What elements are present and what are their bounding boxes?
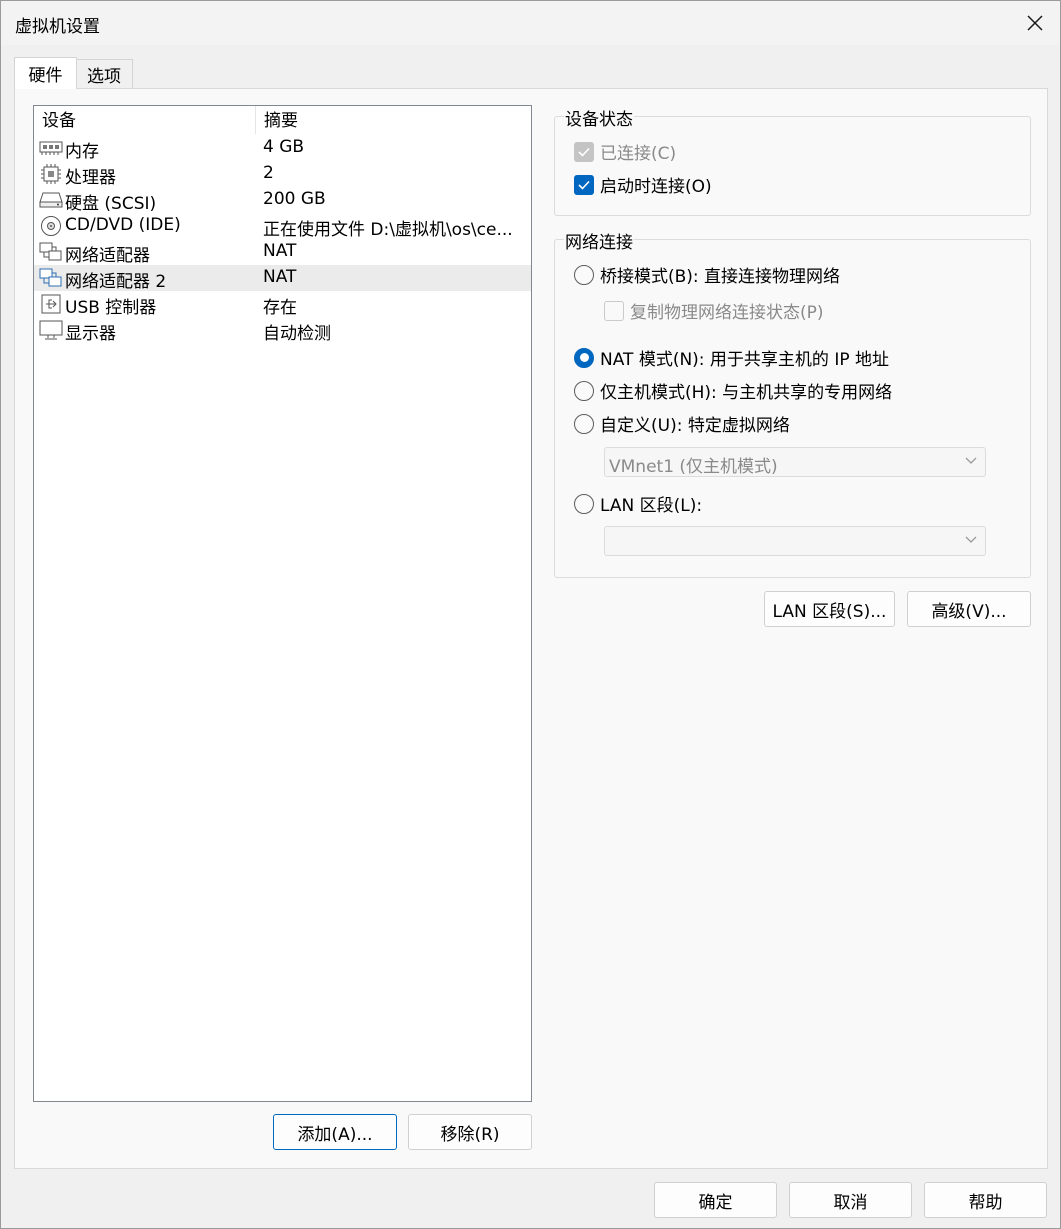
display-icon (38, 318, 64, 342)
custom-network-radio[interactable]: 自定义(U): 特定虚拟网络 (574, 411, 790, 436)
replicate-physical-state-checkbox[interactable]: 复制物理网络连接状态(P) (604, 298, 824, 323)
help-button[interactable]: 帮助 (924, 1182, 1047, 1218)
vm-settings-window: 虚拟机设置 硬件 选项 设备 摘要 内存 4 GB 处理器 2 硬盘 (SCSI… (0, 0, 1061, 1229)
device-status-title: 设备状态 (564, 105, 634, 130)
device-row-hard-disk[interactable]: 硬盘 (SCSI) 200 GB (34, 187, 531, 214)
device-row-processor[interactable]: 处理器 2 (34, 161, 531, 188)
device-name: 硬盘 (SCSI) (65, 194, 157, 214)
device-status-group: 设备状态 已连接(C) 启动时连接(O) (554, 105, 1031, 216)
device-summary: 存在 (263, 298, 297, 318)
chevron-down-icon (965, 536, 977, 543)
lan-segment-label: LAN 区段(L): (600, 496, 703, 516)
tab-hardware[interactable]: 硬件 (14, 57, 77, 89)
device-name: 网络适配器 (65, 246, 150, 266)
host-only-mode-label: 仅主机模式(H): 与主机共享的专用网络 (600, 383, 893, 403)
device-summary: 4 GB (263, 137, 305, 157)
remove-device-button[interactable]: 移除(R) (408, 1114, 532, 1150)
device-summary: 200 GB (263, 189, 326, 209)
radio-selected-icon (574, 347, 594, 368)
radio-icon (574, 264, 594, 285)
lan-segments-button[interactable]: LAN 区段(S)... (764, 591, 895, 627)
checkmark-icon (574, 141, 594, 162)
device-name: 显示器 (65, 324, 116, 344)
checkmark-icon (574, 174, 594, 195)
lan-segment-radio[interactable]: LAN 区段(L): (574, 491, 702, 516)
chevron-down-icon (965, 457, 977, 464)
device-name: USB 控制器 (65, 298, 157, 318)
title-bar: 虚拟机设置 (1, 1, 1060, 45)
radio-icon (574, 413, 594, 434)
device-list[interactable]: 设备 摘要 内存 4 GB 处理器 2 硬盘 (SCSI) 200 GB CD/… (33, 105, 532, 1102)
network-adapter-icon (38, 266, 64, 290)
nat-mode-label: NAT 模式(N): 用于共享主机的 IP 地址 (600, 350, 889, 370)
hardware-tab-panel: 设备 摘要 内存 4 GB 处理器 2 硬盘 (SCSI) 200 GB CD/… (14, 88, 1048, 1169)
processor-icon (38, 162, 64, 186)
connected-label: 已连接(C) (600, 144, 677, 164)
window-title: 虚拟机设置 (15, 17, 100, 37)
network-connection-group: 网络连接 桥接模式(B): 直接连接物理网络 复制物理网络连接状态(P) NAT… (554, 228, 1031, 578)
close-button[interactable] (1010, 1, 1060, 45)
bridged-mode-radio[interactable]: 桥接模式(B): 直接连接物理网络 (574, 262, 840, 287)
memory-icon (38, 136, 64, 160)
custom-network-value: VMnet1 (仅主机模式) (609, 457, 778, 477)
device-row-memory[interactable]: 内存 4 GB (34, 135, 531, 162)
host-only-mode-radio[interactable]: 仅主机模式(H): 与主机共享的专用网络 (574, 378, 892, 403)
column-header-device[interactable]: 设备 (34, 106, 256, 134)
device-summary: 2 (263, 163, 274, 183)
custom-network-select[interactable]: VMnet1 (仅主机模式) (604, 447, 986, 477)
tab-options[interactable]: 选项 (76, 59, 133, 89)
connect-at-power-on-label: 启动时连接(O) (600, 177, 712, 197)
bridged-mode-label: 桥接模式(B): 直接连接物理网络 (600, 267, 841, 287)
device-list-header: 设备 摘要 (34, 106, 531, 134)
network-adapter-icon (38, 240, 64, 264)
connected-checkbox[interactable]: 已连接(C) (574, 139, 676, 164)
radio-icon (574, 380, 594, 401)
device-summary: 正在使用文件 D:\虚拟机\os\ce... (263, 220, 513, 240)
custom-network-label: 自定义(U): 特定虚拟网络 (600, 416, 790, 436)
device-row-network-adapter-2[interactable]: 网络适配器 2 NAT (34, 265, 531, 292)
advanced-button[interactable]: 高级(V)... (907, 591, 1031, 627)
device-row-cd-dvd[interactable]: CD/DVD (IDE) 正在使用文件 D:\虚拟机\os\ce... (34, 213, 531, 240)
close-icon (1027, 15, 1043, 31)
add-device-button[interactable]: 添加(A)... (273, 1114, 397, 1150)
device-row-display[interactable]: 显示器 自动检测 (34, 317, 531, 344)
hard-disk-icon (38, 188, 64, 212)
usb-icon (38, 292, 64, 316)
device-name: 内存 (65, 142, 99, 162)
device-name: CD/DVD (IDE) (65, 215, 181, 235)
nat-mode-radio[interactable]: NAT 模式(N): 用于共享主机的 IP 地址 (574, 345, 889, 370)
radio-icon (574, 493, 594, 514)
device-summary: 自动检测 (263, 324, 331, 344)
device-summary: NAT (263, 267, 297, 287)
lan-segment-select[interactable] (604, 526, 986, 556)
cd-dvd-icon (38, 214, 64, 238)
network-connection-title: 网络连接 (564, 228, 634, 253)
ok-button[interactable]: 确定 (654, 1182, 777, 1218)
device-name: 网络适配器 2 (65, 272, 167, 292)
checkbox-icon (604, 300, 624, 321)
connect-at-power-on-checkbox[interactable]: 启动时连接(O) (574, 172, 712, 197)
device-name: 处理器 (65, 168, 116, 188)
column-header-summary[interactable]: 摘要 (256, 106, 298, 134)
device-row-usb-controller[interactable]: USB 控制器 存在 (34, 291, 531, 318)
device-row-network-adapter[interactable]: 网络适配器 NAT (34, 239, 531, 266)
cancel-button[interactable]: 取消 (789, 1182, 912, 1218)
device-summary: NAT (263, 241, 297, 261)
replicate-physical-state-label: 复制物理网络连接状态(P) (630, 303, 824, 323)
